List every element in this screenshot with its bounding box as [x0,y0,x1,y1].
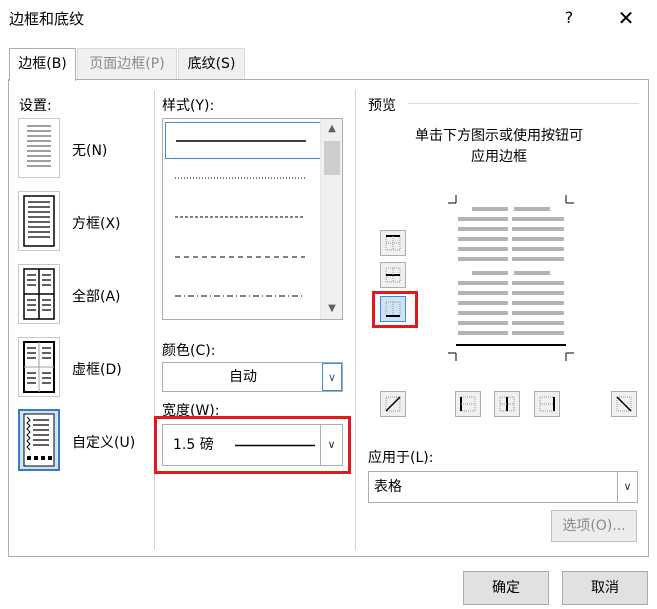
apply-to-value: 表格 [374,479,402,495]
help-button[interactable]: ? [554,4,584,32]
style-heading: 样式(Y): [162,98,215,114]
divider [355,90,356,550]
preview-hint: 应用边框 [471,149,527,165]
style-dashed[interactable] [165,239,321,276]
ok-button[interactable]: 确定 [463,571,549,605]
highlight-frame [154,416,351,474]
setting-custom-icon[interactable] [18,409,60,471]
style-list[interactable]: ▲ ▼ [162,118,343,320]
style-dotted[interactable] [165,160,321,197]
chevron-down-icon[interactable]: ∨ [322,363,342,391]
divider [154,90,155,550]
border-left-button[interactable] [455,391,481,417]
border-inside-v-button[interactable] [494,391,520,417]
color-value: 自动 [229,369,257,385]
cancel-button[interactable]: 取消 [562,571,648,605]
close-button[interactable]: ✕ [611,4,641,32]
setting-custom-label[interactable]: 自定义(U) [72,432,135,452]
highlight-frame [372,291,418,328]
scroll-thumb[interactable] [324,141,340,175]
tab-page-borders[interactable]: 页面边框(P) [77,48,177,80]
divider [408,103,639,104]
border-top-button[interactable] [380,230,406,256]
border-diagonal-up-button[interactable] [380,391,406,417]
tab-borders[interactable]: 边框(B) [9,48,76,81]
setting-all-icon[interactable] [18,264,60,324]
color-select[interactable]: 自动 ∨ [162,362,343,392]
apply-to-heading: 应用于(L): [368,450,434,466]
dialog-title: 边框和底纹 [9,10,85,28]
style-fine-dashed[interactable] [165,199,321,236]
style-scrollbar[interactable]: ▲ ▼ [320,119,342,319]
apply-to-select[interactable]: 表格 ∨ [368,471,638,503]
setting-box-icon[interactable] [18,191,60,251]
border-diagonal-down-button[interactable] [611,391,637,417]
setting-none-icon[interactable] [18,118,60,178]
options-button[interactable]: 选项(O)... [551,510,637,542]
style-dash-dot[interactable] [165,278,321,315]
setting-grid-label[interactable]: 虚框(D) [72,359,122,379]
setting-none-label[interactable]: 无(N) [72,140,107,160]
style-solid[interactable] [165,122,321,159]
title-bar: 边框和底纹 ? ✕ [0,0,657,36]
preview-canvas[interactable] [448,195,574,361]
preview-heading: 预览 [368,98,396,114]
border-right-button[interactable] [534,391,560,417]
scroll-up-icon[interactable]: ▲ [321,123,343,134]
tab-shading[interactable]: 底纹(S) [178,48,245,80]
settings-heading: 设置: [19,98,52,114]
setting-all-label[interactable]: 全部(A) [72,286,121,306]
color-heading: 颜色(C): [162,343,216,359]
border-inside-h-button[interactable] [380,262,406,288]
setting-box-label[interactable]: 方框(X) [72,213,121,233]
setting-grid-icon[interactable] [18,337,60,397]
scroll-down-icon[interactable]: ▼ [321,303,343,314]
preview-hint: 单击下方图示或使用按钮可 [415,128,583,144]
chevron-down-icon[interactable]: ∨ [617,472,637,502]
